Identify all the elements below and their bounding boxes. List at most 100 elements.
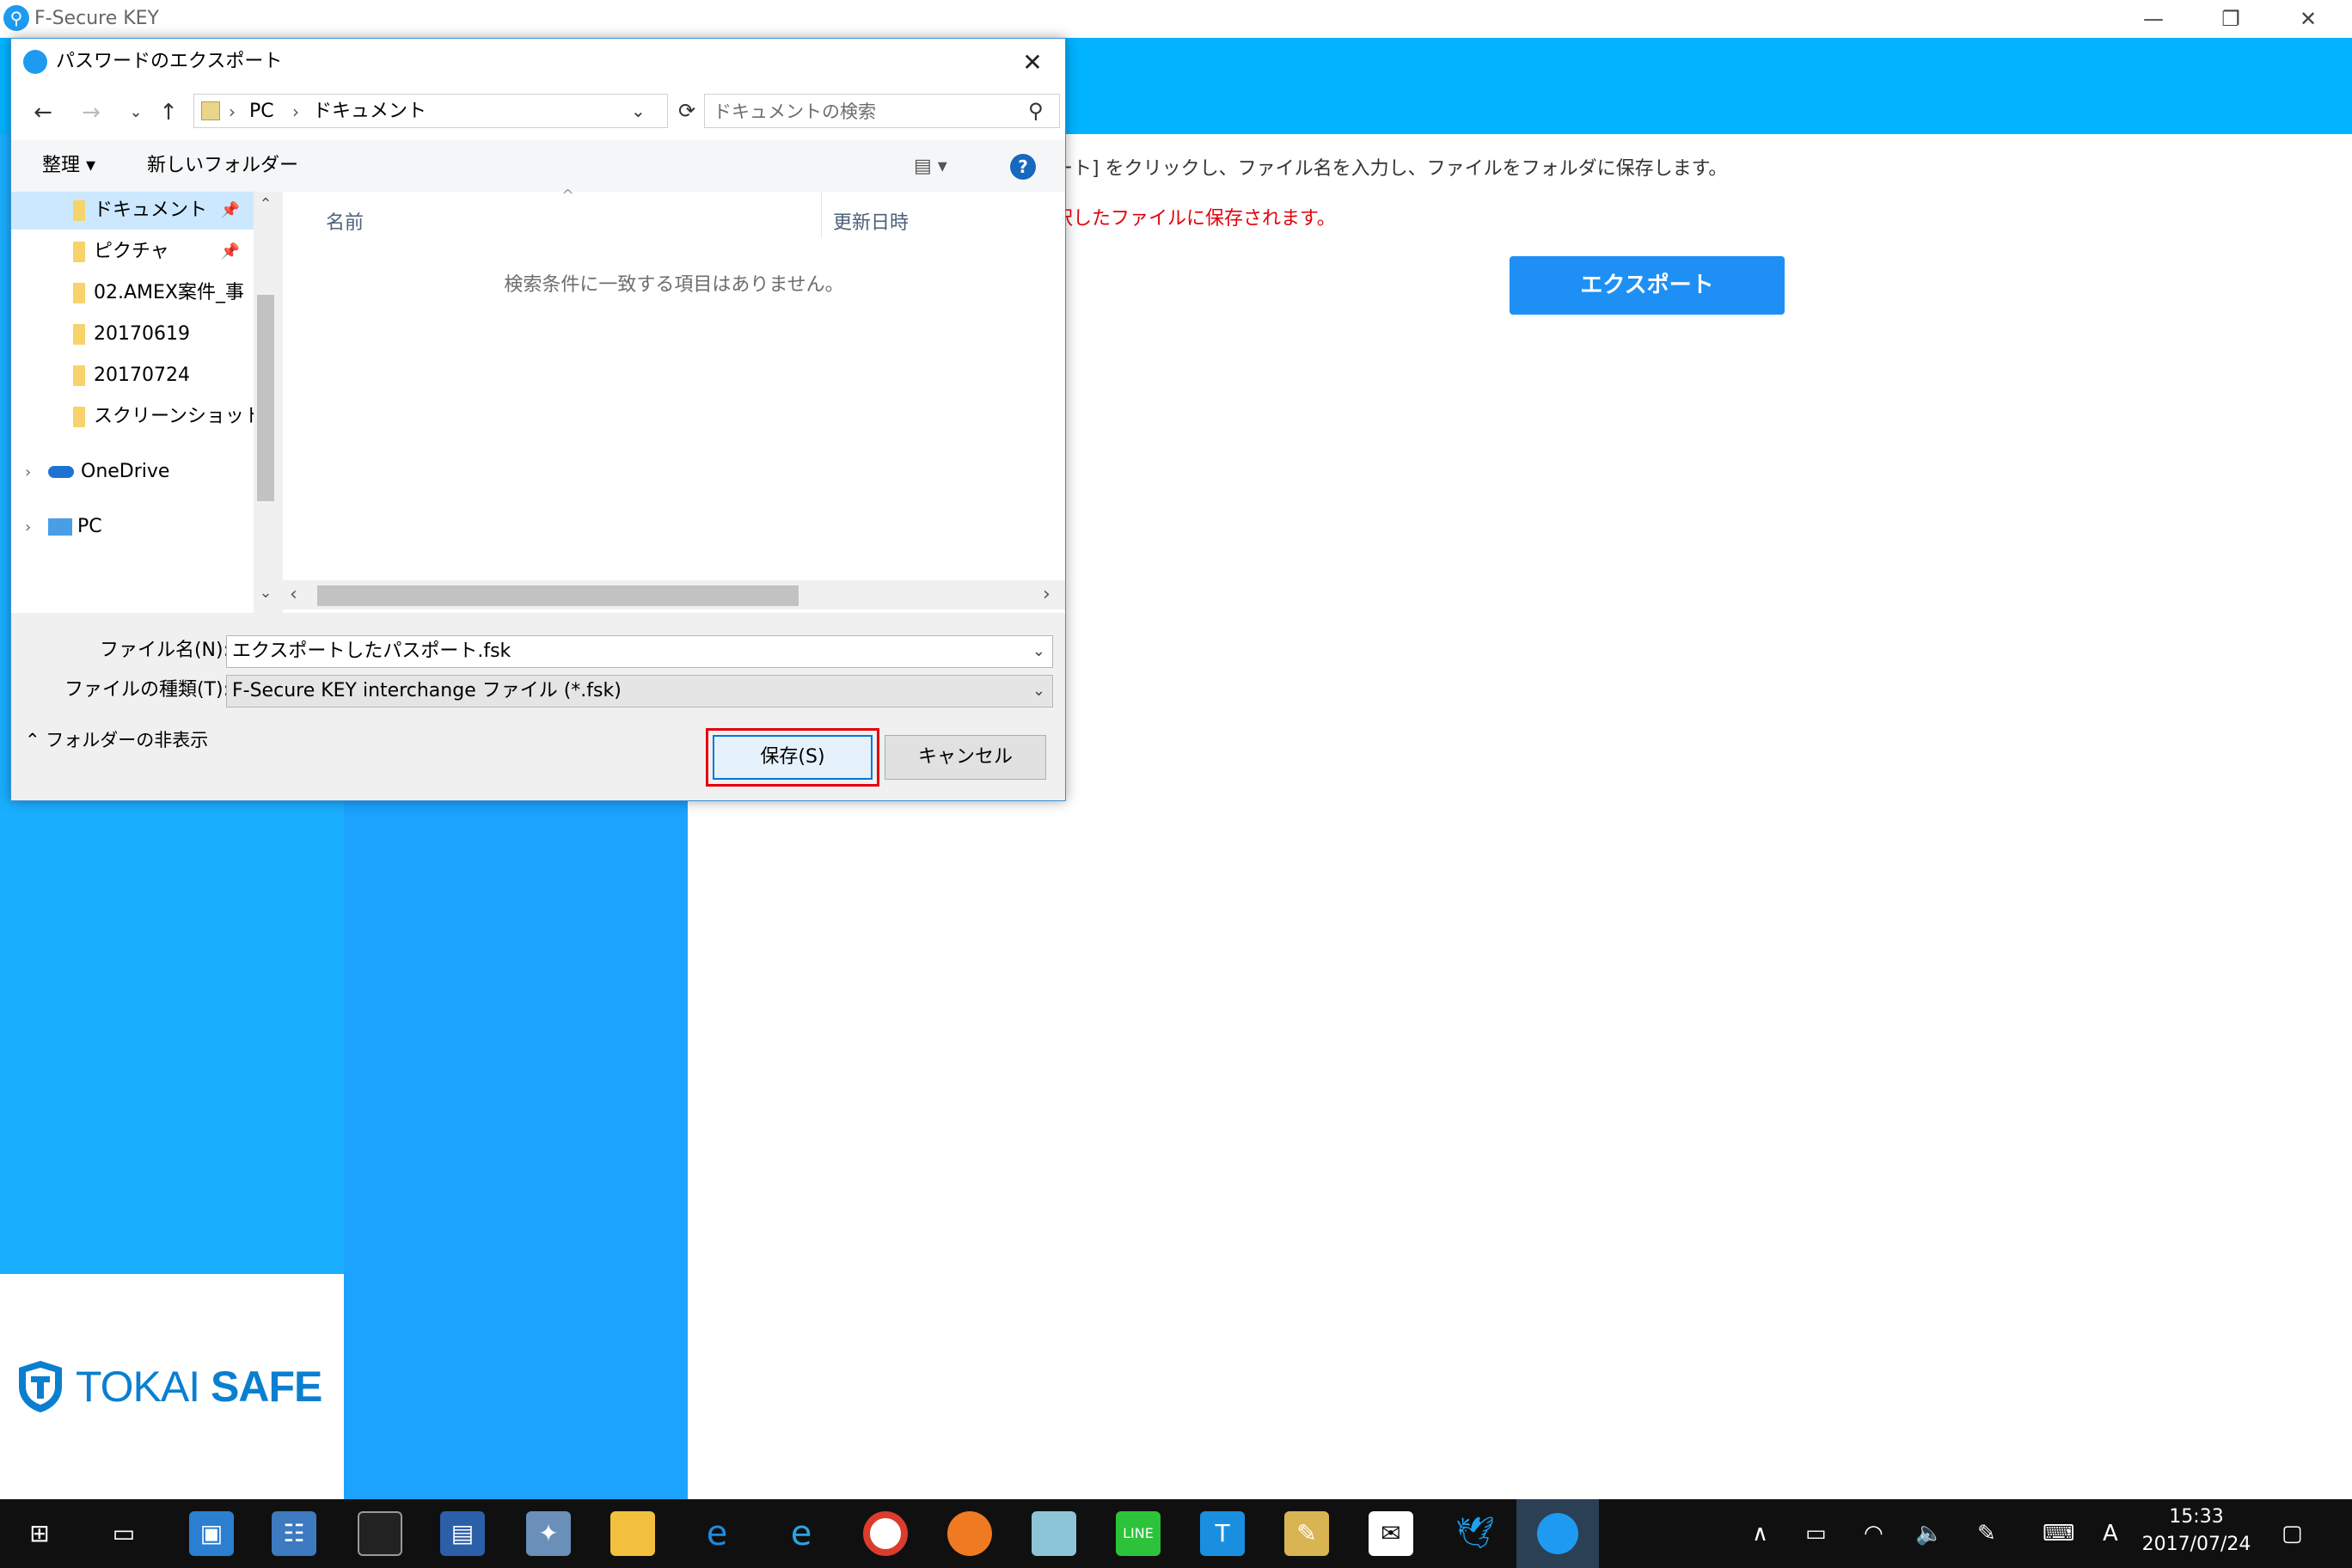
cancel-button[interactable]: キャンセル — [885, 735, 1046, 780]
keyboard-icon[interactable]: ⌨ — [2043, 1518, 2075, 1549]
folder-icon — [73, 407, 85, 427]
address-bar[interactable]: › PC › ドキュメント ⌄ — [193, 94, 668, 128]
sidebar-item-label: OneDrive — [81, 461, 170, 482]
folder-icon — [73, 324, 85, 345]
ime-indicator[interactable]: A — [2103, 1518, 2118, 1549]
column-header-name[interactable]: 名前 — [326, 207, 364, 235]
tokai-safe-logo: TOKAI SAFE — [15, 1357, 334, 1417]
filetype-label: ファイルの種類(T): — [64, 679, 230, 701]
remote-desktop-icon[interactable]: ▤ — [440, 1511, 485, 1556]
back-button[interactable]: ← — [30, 99, 56, 126]
edge-icon[interactable]: e — [695, 1511, 739, 1556]
folder-icon — [73, 365, 85, 386]
sidebar-item-label: スクリーンショット — [94, 406, 254, 427]
wifi-icon[interactable]: ◠ — [1864, 1518, 1883, 1549]
file-explorer-icon[interactable] — [610, 1511, 655, 1556]
logo-text: TOKAI SAFE — [76, 1362, 322, 1412]
organize-button[interactable]: 整理 ▾ — [42, 152, 95, 180]
sidebar-item-20170724[interactable]: 20170724 — [11, 357, 254, 395]
filetype-select[interactable]: F-Secure KEY interchange ファイル (*.fsk) ⌄ — [226, 675, 1053, 707]
control-panel-icon[interactable]: ☷ — [272, 1511, 316, 1556]
column-divider[interactable] — [821, 192, 822, 238]
notes-icon[interactable]: ✎ — [1284, 1511, 1329, 1556]
computer-icon[interactable]: ▣ — [189, 1511, 234, 1556]
note-text: 択したファイルに保存されます。 — [1054, 208, 1336, 230]
clock-date[interactable]: 2017/07/24 — [2141, 1534, 2252, 1555]
internet-explorer-icon[interactable]: e — [779, 1511, 824, 1556]
sidebar-item-onedrive[interactable]: › OneDrive — [11, 453, 254, 491]
dialog-titlebar: パスワードのエクスポート ✕ — [11, 39, 1065, 85]
address-dropdown-icon[interactable]: ⌄ — [631, 98, 646, 124]
recent-locations-button[interactable]: ⌄ — [123, 99, 149, 126]
restore-button[interactable]: ❐ — [2192, 0, 2269, 38]
export-button[interactable]: エクスポート — [1510, 256, 1785, 315]
filename-field[interactable]: エクスポートしたパスポート.fsk ⌄ — [226, 635, 1053, 668]
sidebar-item-documents[interactable]: ドキュメント 📌 — [11, 192, 254, 230]
close-button[interactable]: ✕ — [2269, 0, 2347, 38]
column-header-date[interactable]: 更新日時 — [833, 207, 909, 235]
chevron-down-icon[interactable]: ⌄ — [1032, 636, 1045, 667]
view-options-button[interactable]: ▤ ▾ — [914, 154, 947, 180]
up-button[interactable]: ↑ — [156, 99, 181, 126]
logo-safe: SAFE — [211, 1363, 322, 1411]
search-icon: ⚲ — [1028, 99, 1044, 123]
f-secure-key-taskbar-button[interactable] — [1516, 1499, 1599, 1568]
app-title: F-Secure KEY — [34, 8, 159, 29]
breadcrumb-pc[interactable]: PC — [249, 100, 274, 124]
shield-icon — [19, 1361, 62, 1412]
task-view-icon[interactable]: ▭ — [101, 1511, 146, 1556]
help-button[interactable]: ? — [1010, 154, 1036, 180]
filename-value: エクスポートしたパスポート.fsk — [232, 640, 511, 662]
f-secure-key-icon — [1537, 1513, 1578, 1554]
chrome-icon[interactable] — [863, 1511, 908, 1556]
sidebar-item-screenshots[interactable]: スクリーンショット — [11, 398, 254, 436]
onedrive-cloud-icon — [48, 466, 74, 478]
network-icon[interactable]: ✦ — [526, 1511, 571, 1556]
tray-overflow-icon[interactable]: ∧ — [1752, 1518, 1768, 1549]
scroll-up-arrow[interactable]: ⌃ — [254, 195, 278, 213]
refresh-button[interactable]: ⟳ — [675, 94, 699, 128]
navigation-scrollbar[interactable]: ⌃ ⌄ — [254, 192, 278, 613]
volume-icon[interactable]: 🔈 — [1915, 1518, 1943, 1549]
new-folder-button[interactable]: 新しいフォルダー — [147, 152, 298, 180]
minimize-button[interactable]: — — [2115, 0, 2192, 38]
tokai-safe-icon[interactable]: T — [1200, 1511, 1245, 1556]
scroll-left-arrow[interactable]: ‹ — [290, 580, 297, 609]
scroll-right-arrow[interactable]: › — [1043, 580, 1050, 609]
sidebar-item-pictures[interactable]: ピクチャ 📌 — [11, 233, 254, 271]
dialog-close-button[interactable]: ✕ — [1014, 44, 1051, 82]
sidebar-item-label: ピクチャ — [94, 241, 169, 262]
breadcrumb-documents[interactable]: ドキュメント — [313, 100, 426, 124]
twitter-icon[interactable]: 🕊 — [1453, 1511, 1498, 1556]
file-list: ^ 名前 更新日時 検索条件に一致する項目はありません。 ‹ › — [283, 187, 1065, 613]
pen-icon[interactable]: ✎ — [1977, 1518, 1996, 1549]
expand-icon[interactable]: › — [25, 454, 42, 491]
notification-center-icon[interactable]: ▢ — [2282, 1518, 2303, 1549]
scrollbar-thumb[interactable] — [317, 585, 799, 606]
app-icon[interactable] — [1032, 1511, 1076, 1556]
scrollbar-thumb[interactable] — [257, 295, 274, 501]
clock-time[interactable]: 15:33 — [2149, 1506, 2244, 1528]
firefox-icon[interactable] — [947, 1511, 992, 1556]
save-button[interactable]: 保存(S) — [713, 735, 873, 780]
f-secure-key-icon: ⚲ — [3, 5, 29, 31]
scroll-down-arrow[interactable]: ⌄ — [254, 584, 278, 602]
mail-icon[interactable]: ✉ — [1369, 1511, 1413, 1556]
chevron-down-icon[interactable]: ⌄ — [1032, 676, 1045, 707]
sidebar-item-label: PC — [77, 516, 102, 537]
app-titlebar — [0, 0, 2352, 38]
sidebar-item-20170619[interactable]: 20170619 — [11, 315, 254, 353]
sidebar-item-label: 20170619 — [94, 323, 190, 345]
line-icon[interactable]: LINE — [1116, 1511, 1161, 1556]
forward-button[interactable]: → — [78, 99, 104, 126]
terminal-icon[interactable] — [358, 1511, 402, 1556]
expand-icon[interactable]: › — [25, 509, 42, 546]
battery-icon[interactable]: ▭ — [1805, 1518, 1827, 1549]
search-input[interactable]: ドキュメントの検索 ⚲ — [704, 94, 1060, 128]
sidebar-item-amex[interactable]: 02.AMEX案件_事 — [11, 274, 254, 312]
start-button[interactable]: ⊞ — [17, 1511, 62, 1556]
dialog-toolbar: 整理 ▾ 新しいフォルダー ▤ ▾ ? — [11, 140, 1065, 192]
horizontal-scrollbar[interactable]: ‹ › — [283, 580, 1065, 609]
hide-folders-button[interactable]: ⌃ フォルダーの非表示 — [25, 726, 208, 754]
sidebar-item-pc[interactable]: › PC — [11, 508, 254, 546]
